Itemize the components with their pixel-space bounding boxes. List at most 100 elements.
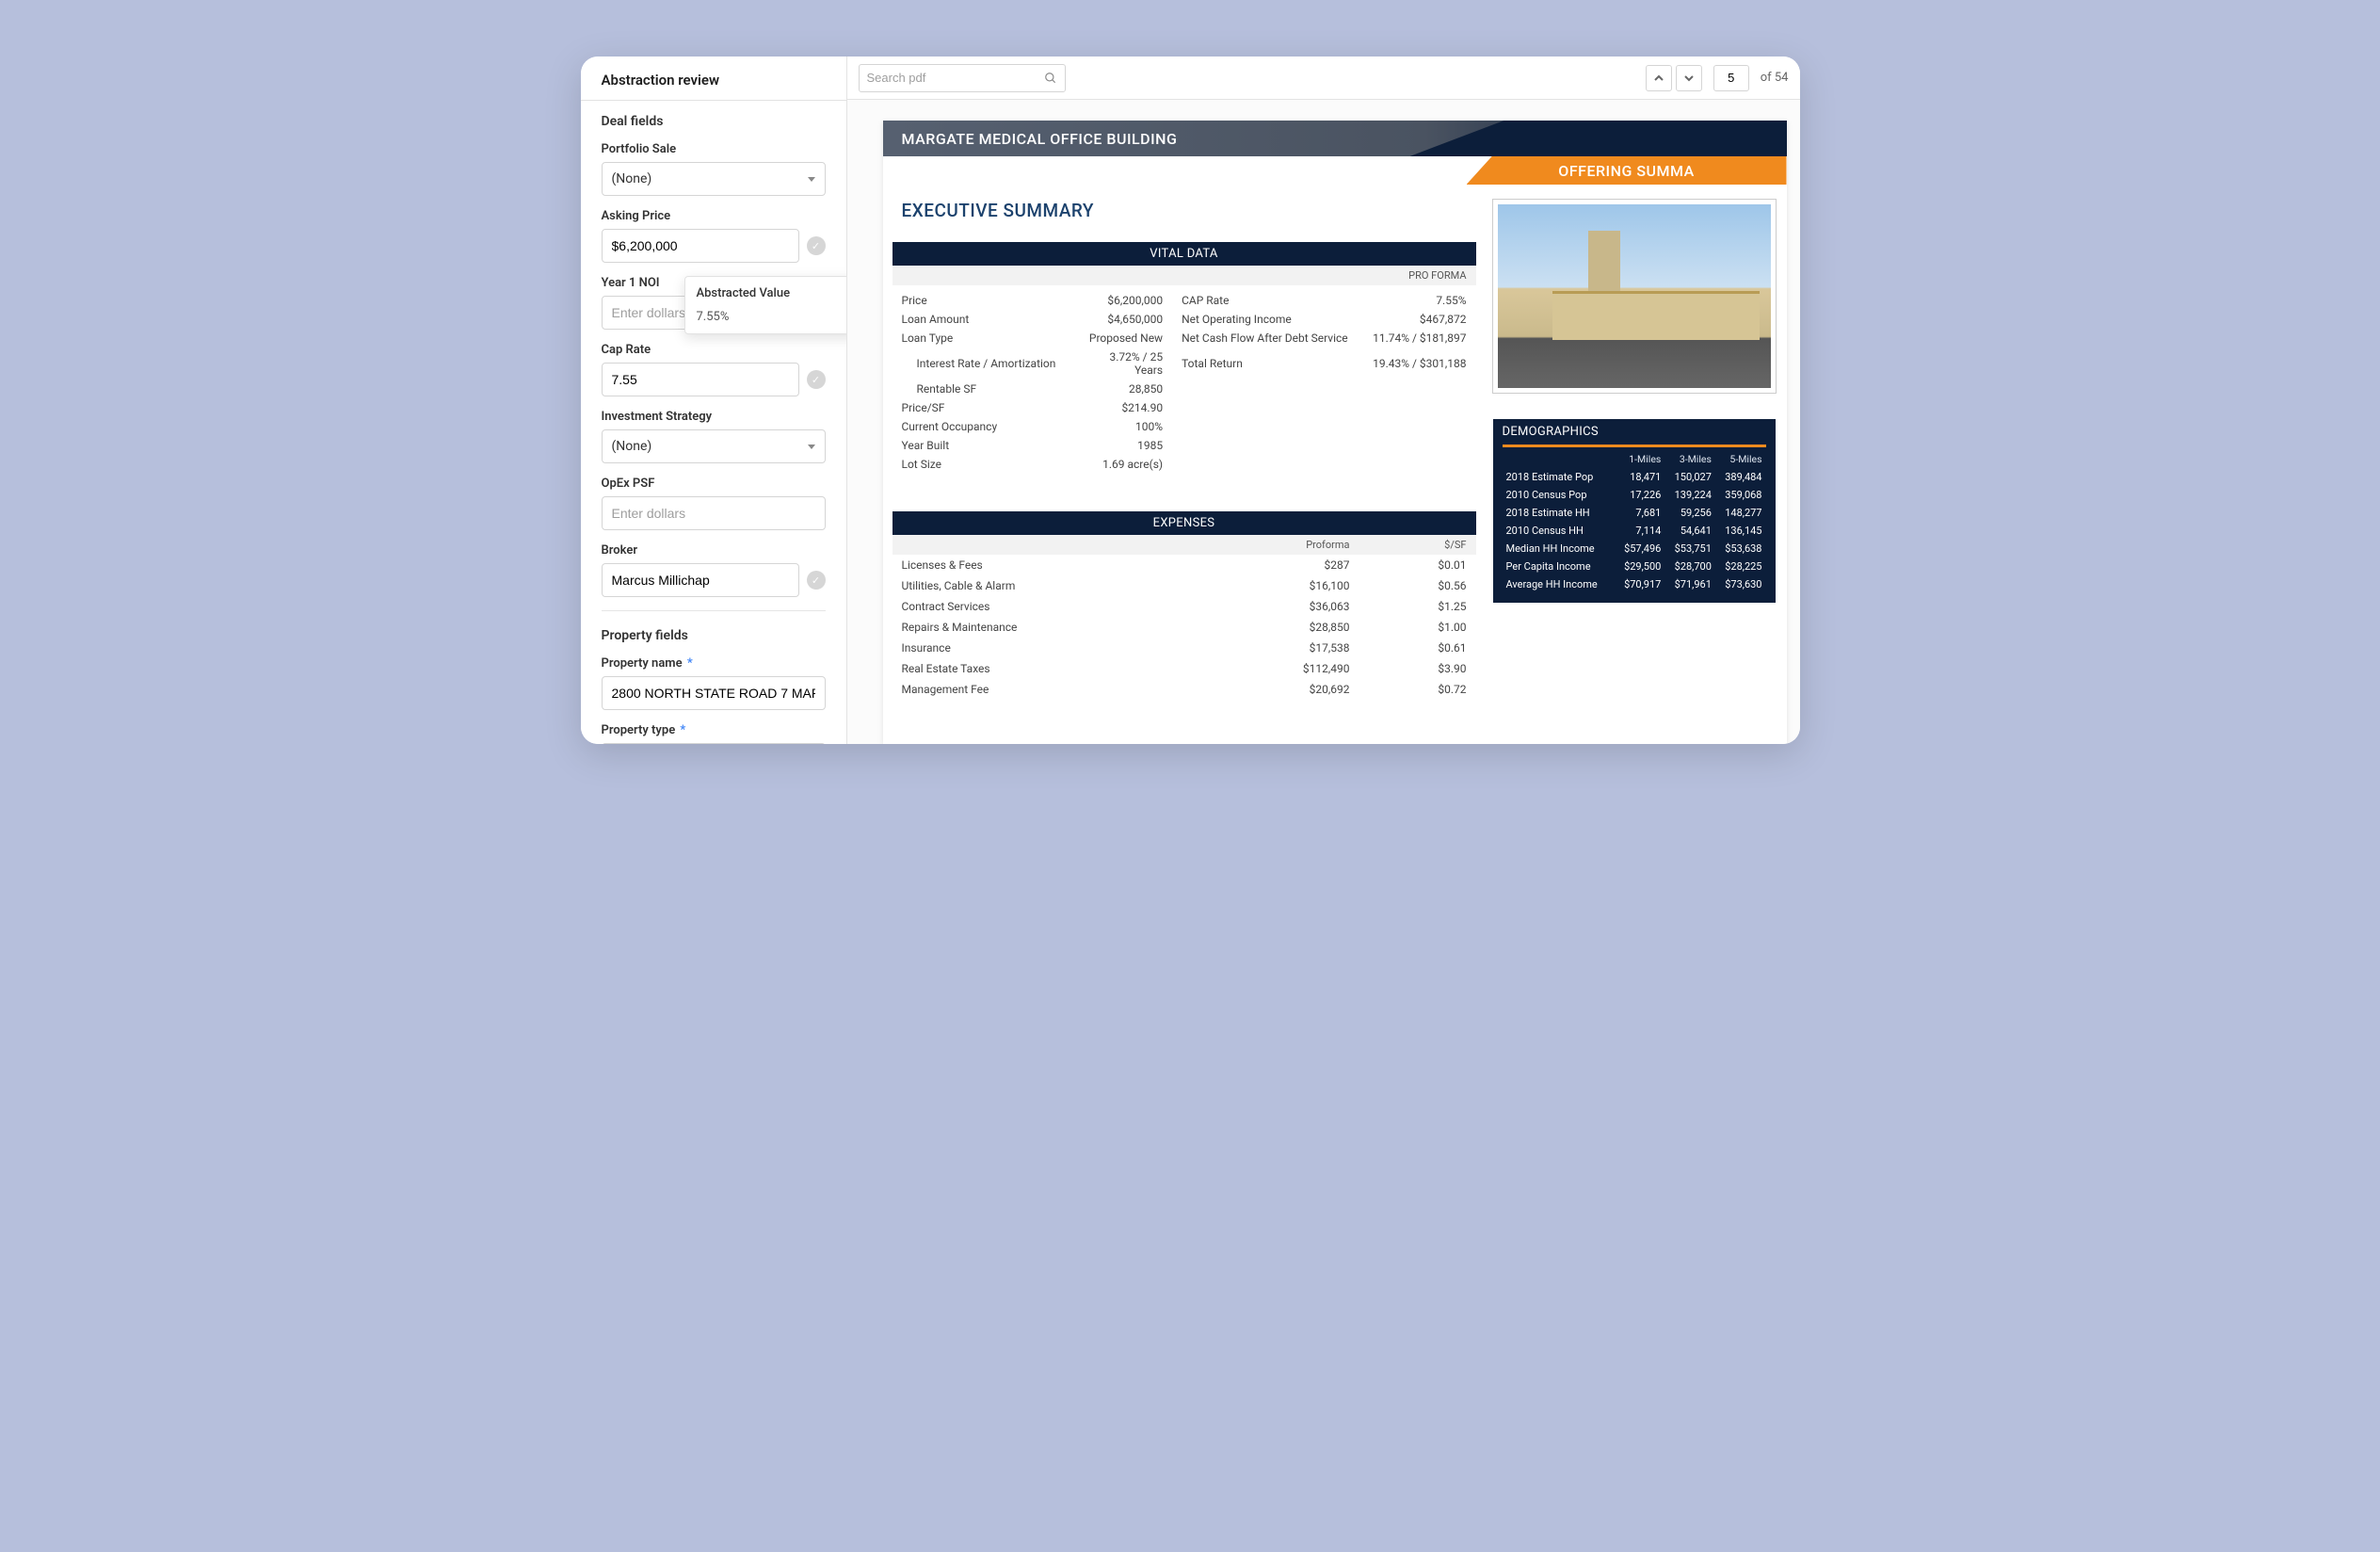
page-total-label: of 54 [1761,71,1789,85]
property-photo [1493,200,1776,393]
opex-psf-label: OpEx PSF [602,477,826,491]
doc-header: MARGATE MEDICAL OFFICE BUILDING [883,121,1787,156]
investment-strategy-select[interactable]: (None) [602,429,826,463]
field-portfolio-sale: Portfolio Sale (None) [602,142,826,196]
vital-row: Year Built1985 [892,436,1476,455]
field-cap-rate: Cap Rate ✓ [602,343,826,396]
asking-price-input-wrap[interactable] [602,229,799,263]
sidebar: Abstraction review Deal fields Portfolio… [581,57,847,744]
demographics-title: DEMOGRAPHICS [1503,425,1766,445]
investment-strategy-value: (None) [612,439,652,454]
opex-psf-input[interactable] [612,497,815,529]
demographics-section: DEMOGRAPHICS 1-Miles3-Miles5-Miles 2018 … [1493,419,1776,603]
vital-row: Price$6,200,000CAP Rate7.55% [892,291,1476,310]
required-marker: * [680,723,685,737]
pdf-toolbar: of 54 [847,57,1800,100]
portfolio-sale-select[interactable]: (None) [602,162,826,196]
app-window: Abstraction review Deal fields Portfolio… [581,57,1800,744]
broker-input-wrap[interactable] [602,563,799,597]
offering-label: OFFERING SUMMA [1467,156,1787,185]
tooltip-header: Abstracted Value [697,286,791,300]
cap-rate-label: Cap Rate [602,343,826,357]
demo-col: 3-Miles [1664,450,1715,468]
vital-row: Rentable SF28,850 [892,380,1476,398]
check-icon[interactable]: ✓ [807,571,826,590]
vital-proforma-label: PRO FORMA [892,266,1476,285]
cap-rate-input[interactable] [612,364,789,396]
prev-page-button[interactable] [1646,65,1672,91]
field-broker: Broker ✓ [602,543,826,597]
asking-price-label: Asking Price [602,209,826,223]
demo-row: 2018 Estimate Pop18,471150,027389,484 [1503,468,1766,486]
property-name-input-wrap[interactable] [602,676,826,710]
chevron-down-icon [1684,73,1694,83]
doc-header-title: MARGATE MEDICAL OFFICE BUILDING [902,130,1178,148]
demo-row: Per Capita Income$29,500$28,700$28,225 [1503,558,1766,575]
demographics-table: 1-Miles3-Miles5-Miles 2018 Estimate Pop1… [1503,450,1766,593]
pdf-search-input[interactable] [867,71,1038,85]
property-type-select[interactable]: Select a property type [602,743,826,744]
demo-row: 2010 Census HH7,11454,641136,145 [1503,522,1766,540]
pdf-scroll-area[interactable]: MARGATE MEDICAL OFFICE BUILDING OFFERING… [847,100,1800,744]
broker-label: Broker [602,543,826,558]
property-name-input[interactable] [612,677,815,709]
vital-data-section: VITAL DATA PRO FORMA Price$6,200,000CAP … [892,242,1476,474]
expense-row: Licenses & Fees$287$0.01 [892,555,1476,575]
cap-rate-input-wrap[interactable] [602,363,799,396]
field-investment-strategy: Investment Strategy (None) [602,410,826,463]
expenses-col-psf: $/SF [1359,535,1476,555]
expenses-section: EXPENSES Proforma $/SF Licenses & Fe [892,511,1476,700]
expenses-header: EXPENSES [892,511,1476,535]
doc-subheader: OFFERING SUMMA [883,156,1787,185]
expense-row: Real Estate Taxes$112,490$3.90 [892,658,1476,679]
demo-row: 2010 Census Pop17,226139,224359,068 [1503,486,1766,504]
deal-fields-label: Deal fields [602,114,826,129]
opex-psf-input-wrap[interactable] [602,496,826,530]
pdf-page-nav [1646,65,1702,91]
vital-row: Loan TypeProposed NewNet Cash Flow After… [892,329,1476,348]
expenses-col-proforma: Proforma [1214,535,1359,555]
demo-row: Average HH Income$70,917$71,961$73,630 [1503,575,1766,593]
pdf-search-box[interactable] [859,64,1066,92]
search-icon [1044,72,1057,85]
expenses-table: Proforma $/SF Licenses & Fees$287$0.01Ut… [892,535,1476,700]
vital-row: Current Occupancy100% [892,417,1476,436]
vital-row: Interest Rate / Amortization3.72% / 25 Y… [892,348,1476,380]
field-opex-psf: OpEx PSF [602,477,826,530]
sidebar-title: Abstraction review [581,57,846,101]
check-icon[interactable]: ✓ [807,370,826,389]
vital-row: Loan Amount$4,650,000Net Operating Incom… [892,310,1476,329]
field-asking-price: Asking Price ✓ [602,209,826,263]
divider [602,610,826,611]
expense-row: Utilities, Cable & Alarm$16,100$0.56 [892,575,1476,596]
portfolio-sale-label: Portfolio Sale [602,142,826,156]
expense-row: Insurance$17,538$0.61 [892,638,1476,658]
sidebar-scroll[interactable]: Deal fields Portfolio Sale (None) Asking… [581,101,846,744]
demo-row: 2018 Estimate HH7,68159,256148,277 [1503,504,1766,522]
property-type-label: Property type [602,723,676,737]
demo-row: Median HH Income$57,496$53,751$53,638 [1503,540,1766,558]
asking-price-input[interactable] [612,230,789,262]
page-number-input[interactable] [1713,65,1749,91]
chevron-down-icon [808,177,815,182]
property-fields-label: Property fields [602,628,826,643]
field-year1-noi: Year 1 NOI Abstracted Value V 7.55% P [602,276,826,330]
portfolio-sale-value: (None) [612,171,652,186]
demo-col: 5-Miles [1715,450,1766,468]
vital-row: Price/SF$214.90 [892,398,1476,417]
expense-row: Contract Services$36,063$1.25 [892,596,1476,617]
chevron-down-icon [808,445,815,449]
pdf-page: MARGATE MEDICAL OFFICE BUILDING OFFERING… [883,121,1787,744]
doc-section-title: EXECUTIVE SUMMARY [892,200,1476,221]
pdf-viewer: of 54 MARGATE MEDICAL OFFICE BUILDING OF… [847,57,1800,744]
demo-col: 1-Miles [1615,450,1665,468]
expense-row: Repairs & Maintenance$28,850$1.00 [892,617,1476,638]
broker-input[interactable] [612,564,789,596]
vital-data-header: VITAL DATA [892,242,1476,266]
demographics-divider [1503,445,1766,447]
check-icon[interactable]: ✓ [807,236,826,255]
field-property-type: Property type * Select a property type [602,723,826,744]
next-page-button[interactable] [1676,65,1702,91]
vital-data-table: Price$6,200,000CAP Rate7.55%Loan Amount$… [892,285,1476,474]
tooltip-value: 7.55% [697,310,730,324]
